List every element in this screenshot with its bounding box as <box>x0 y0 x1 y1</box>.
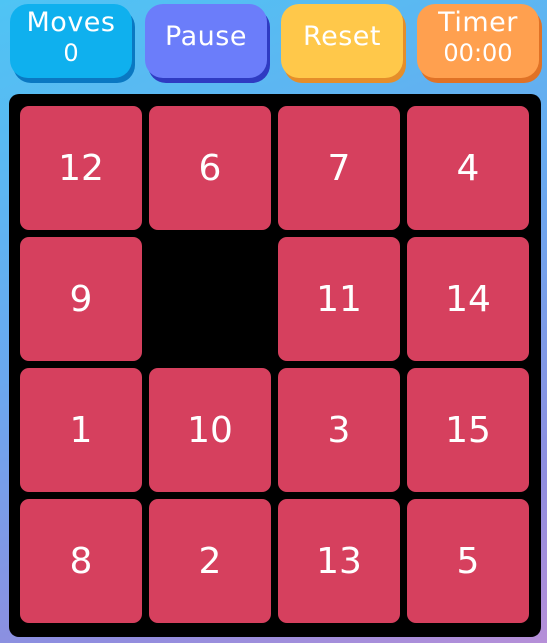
reset-button[interactable]: Reset <box>281 4 403 78</box>
timer-value: 00:00 <box>443 39 513 67</box>
moves-label: Moves <box>26 7 116 38</box>
puzzle-board: 12 6 7 4 9 11 14 1 10 3 15 8 2 13 5 <box>9 94 541 637</box>
puzzle-tile[interactable]: 5 <box>407 499 529 623</box>
puzzle-tile[interactable]: 2 <box>149 499 271 623</box>
moves-value: 0 <box>63 39 79 67</box>
reset-label: Reset <box>303 21 381 52</box>
moves-counter: Moves 0 <box>10 4 132 78</box>
puzzle-tile[interactable]: 3 <box>278 368 400 492</box>
puzzle-tile[interactable]: 10 <box>149 368 271 492</box>
pause-button[interactable]: Pause <box>145 4 267 78</box>
puzzle-tile[interactable]: 13 <box>278 499 400 623</box>
puzzle-tile[interactable]: 11 <box>278 237 400 361</box>
puzzle-tile[interactable]: 8 <box>20 499 142 623</box>
puzzle-tile[interactable]: 6 <box>149 106 271 230</box>
pause-label: Pause <box>165 21 247 52</box>
puzzle-tile[interactable]: 4 <box>407 106 529 230</box>
puzzle-tile[interactable]: 12 <box>20 106 142 230</box>
timer-label: Timer <box>438 7 518 38</box>
puzzle-tile[interactable]: 7 <box>278 106 400 230</box>
puzzle-tile[interactable]: 15 <box>407 368 529 492</box>
puzzle-tile[interactable]: 1 <box>20 368 142 492</box>
empty-slot <box>149 237 271 361</box>
puzzle-tile[interactable]: 9 <box>20 237 142 361</box>
timer-display: Timer 00:00 <box>417 4 539 78</box>
top-bar: Moves 0 Pause Reset Timer 00:00 <box>0 0 547 90</box>
puzzle-tile[interactable]: 14 <box>407 237 529 361</box>
